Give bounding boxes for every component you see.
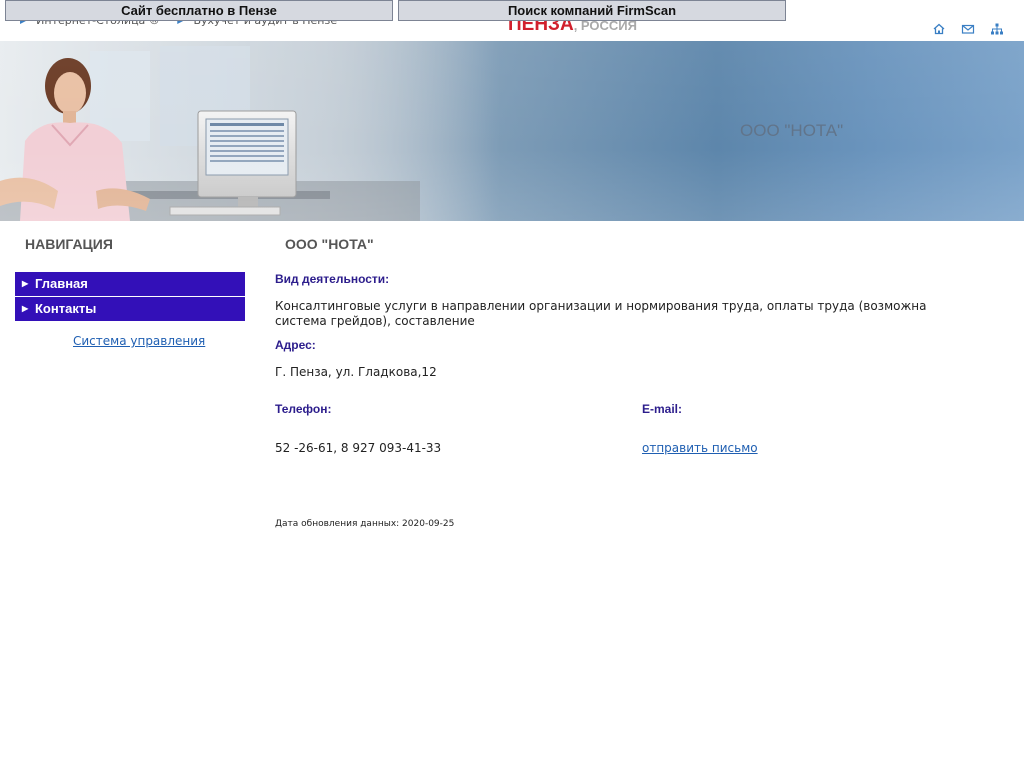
banner-title: ООО "НОТА" (740, 121, 844, 140)
updated-date: Дата обновления данных: 2020-09-25 (275, 519, 455, 529)
arrow-right-icon: ▶ (22, 304, 29, 313)
firmscan-search-button[interactable]: Поиск компаний FirmScan (398, 0, 786, 21)
sidebar-item-label: Контакты (35, 301, 97, 316)
activity-text: Консалтинговые услуги в направлении орга… (275, 299, 927, 328)
phone-text: 52 -26-61, 8 927 093-41-33 (275, 441, 442, 455)
banner-overlay (0, 41, 1024, 221)
mail-icon[interactable] (961, 22, 975, 36)
email-label: E-mail: (642, 402, 683, 416)
address-text: Г. Пенза, ул. Гладкова,12 (275, 365, 437, 379)
send-email-link[interactable]: отправить письмо (642, 441, 758, 455)
header-icons (930, 22, 1010, 38)
sidebar-title: НАВИГАЦИЯ (25, 236, 113, 252)
sidebar-item-home[interactable]: ▶ Главная (15, 272, 245, 296)
admin-system-link[interactable]: Система управления (73, 334, 205, 348)
header-banner: ООО "НОТА" (0, 41, 1024, 221)
sitemap-icon[interactable] (990, 22, 1004, 36)
home-icon[interactable] (932, 22, 946, 36)
arrow-right-icon: ▶ (22, 279, 29, 288)
page-title: ООО "НОТА" (285, 236, 374, 252)
address-label: Адрес: (275, 338, 316, 352)
phone-label: Телефон: (275, 402, 332, 416)
site-free-button[interactable]: Сайт бесплатно в Пензе (5, 0, 393, 21)
activity-label: Вид деятельности: (275, 272, 390, 286)
sidebar-item-label: Главная (35, 276, 88, 291)
sidebar-item-contacts[interactable]: ▶ Контакты (15, 297, 245, 321)
